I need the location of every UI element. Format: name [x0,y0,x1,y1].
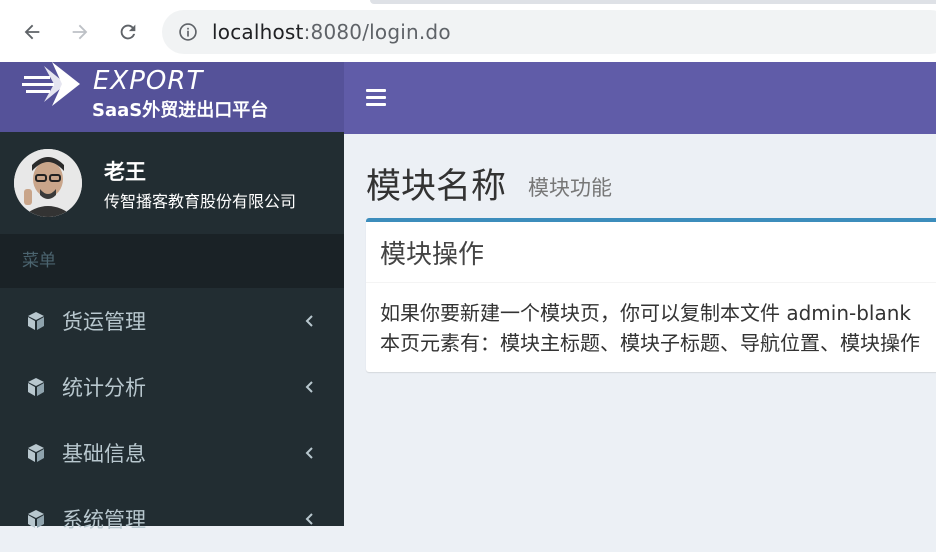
box-body-line: 本页元素有：模块主标题、模块子标题、导航位置、模块操作 [380,331,920,355]
box-body-line: 如果你要新建一个模块页，你可以复制本文件 admin-blank [380,301,912,325]
main-content: 模块名称 模块功能 模块操作 如果你要新建一个模块页，你可以复制本文件 admi… [344,134,936,526]
box-title: 模块操作 [380,240,485,270]
reload-button[interactable] [112,16,144,48]
cube-icon [28,378,44,396]
url-text: localhost:8080/login.do [212,19,451,45]
info-icon[interactable] [178,22,198,42]
user-panel: 老王 传智播客教育股份有限公司 [0,132,344,234]
user-name: 老王 [104,160,146,184]
sidebar-item-basic-info[interactable]: 基础信息 [0,420,344,486]
export-logo-icon [22,62,80,106]
menu-header: 菜单 [0,234,344,288]
page-title: 模块名称 [366,167,507,207]
sidebar-item-system[interactable]: 系统管理 [0,486,344,552]
arrow-right-icon [72,24,88,40]
box-divider [366,282,936,283]
browser-toolbar: localhost:8080/login.do [0,0,936,62]
url-host: localhost [212,20,304,44]
sidebar-item-label: 系统管理 [62,508,146,532]
chevron-left-icon [305,513,313,525]
logo-subtitle: SaaS外贸进出口平台 [92,100,269,121]
chevron-left-icon [305,447,313,459]
sidebar-item-shipping[interactable]: 货运管理 [0,288,344,354]
avatar [14,149,82,217]
chevron-left-icon [305,315,313,327]
forward-button[interactable] [64,16,96,48]
module-box: 模块操作 如果你要新建一个模块页，你可以复制本文件 admin-blank 本页… [366,218,936,372]
arrow-left-icon [24,24,40,40]
top-navbar [344,62,936,134]
logo-text: EXPORT [93,66,204,96]
sidebar: 老王 传智播客教育股份有限公司 菜单 货运管理 统计分析 基础信息 系统管理 [0,132,344,532]
address-bar[interactable]: localhost:8080/login.do [162,10,936,54]
back-button[interactable] [16,16,48,48]
sidebar-item-label: 基础信息 [62,442,146,466]
sidebar-item-label: 统计分析 [62,376,146,400]
page-subtitle: 模块功能 [528,176,612,200]
sidebar-toggle-icon[interactable] [366,89,386,107]
reload-icon [120,24,136,40]
cube-icon [28,510,44,528]
url-path: :8080/login.do [303,20,451,44]
box-body: 如果你要新建一个模块页，你可以复制本文件 admin-blank 本页元素有：模… [380,298,920,358]
sidebar-item-statistics[interactable]: 统计分析 [0,354,344,420]
sidebar-item-label: 货运管理 [62,310,146,334]
cube-icon [28,444,44,462]
cube-icon [28,312,44,330]
user-org: 传智播客教育股份有限公司 [104,192,297,211]
logo[interactable]: EXPORT SaaS外贸进出口平台 [0,62,344,132]
chevron-left-icon [305,381,313,393]
